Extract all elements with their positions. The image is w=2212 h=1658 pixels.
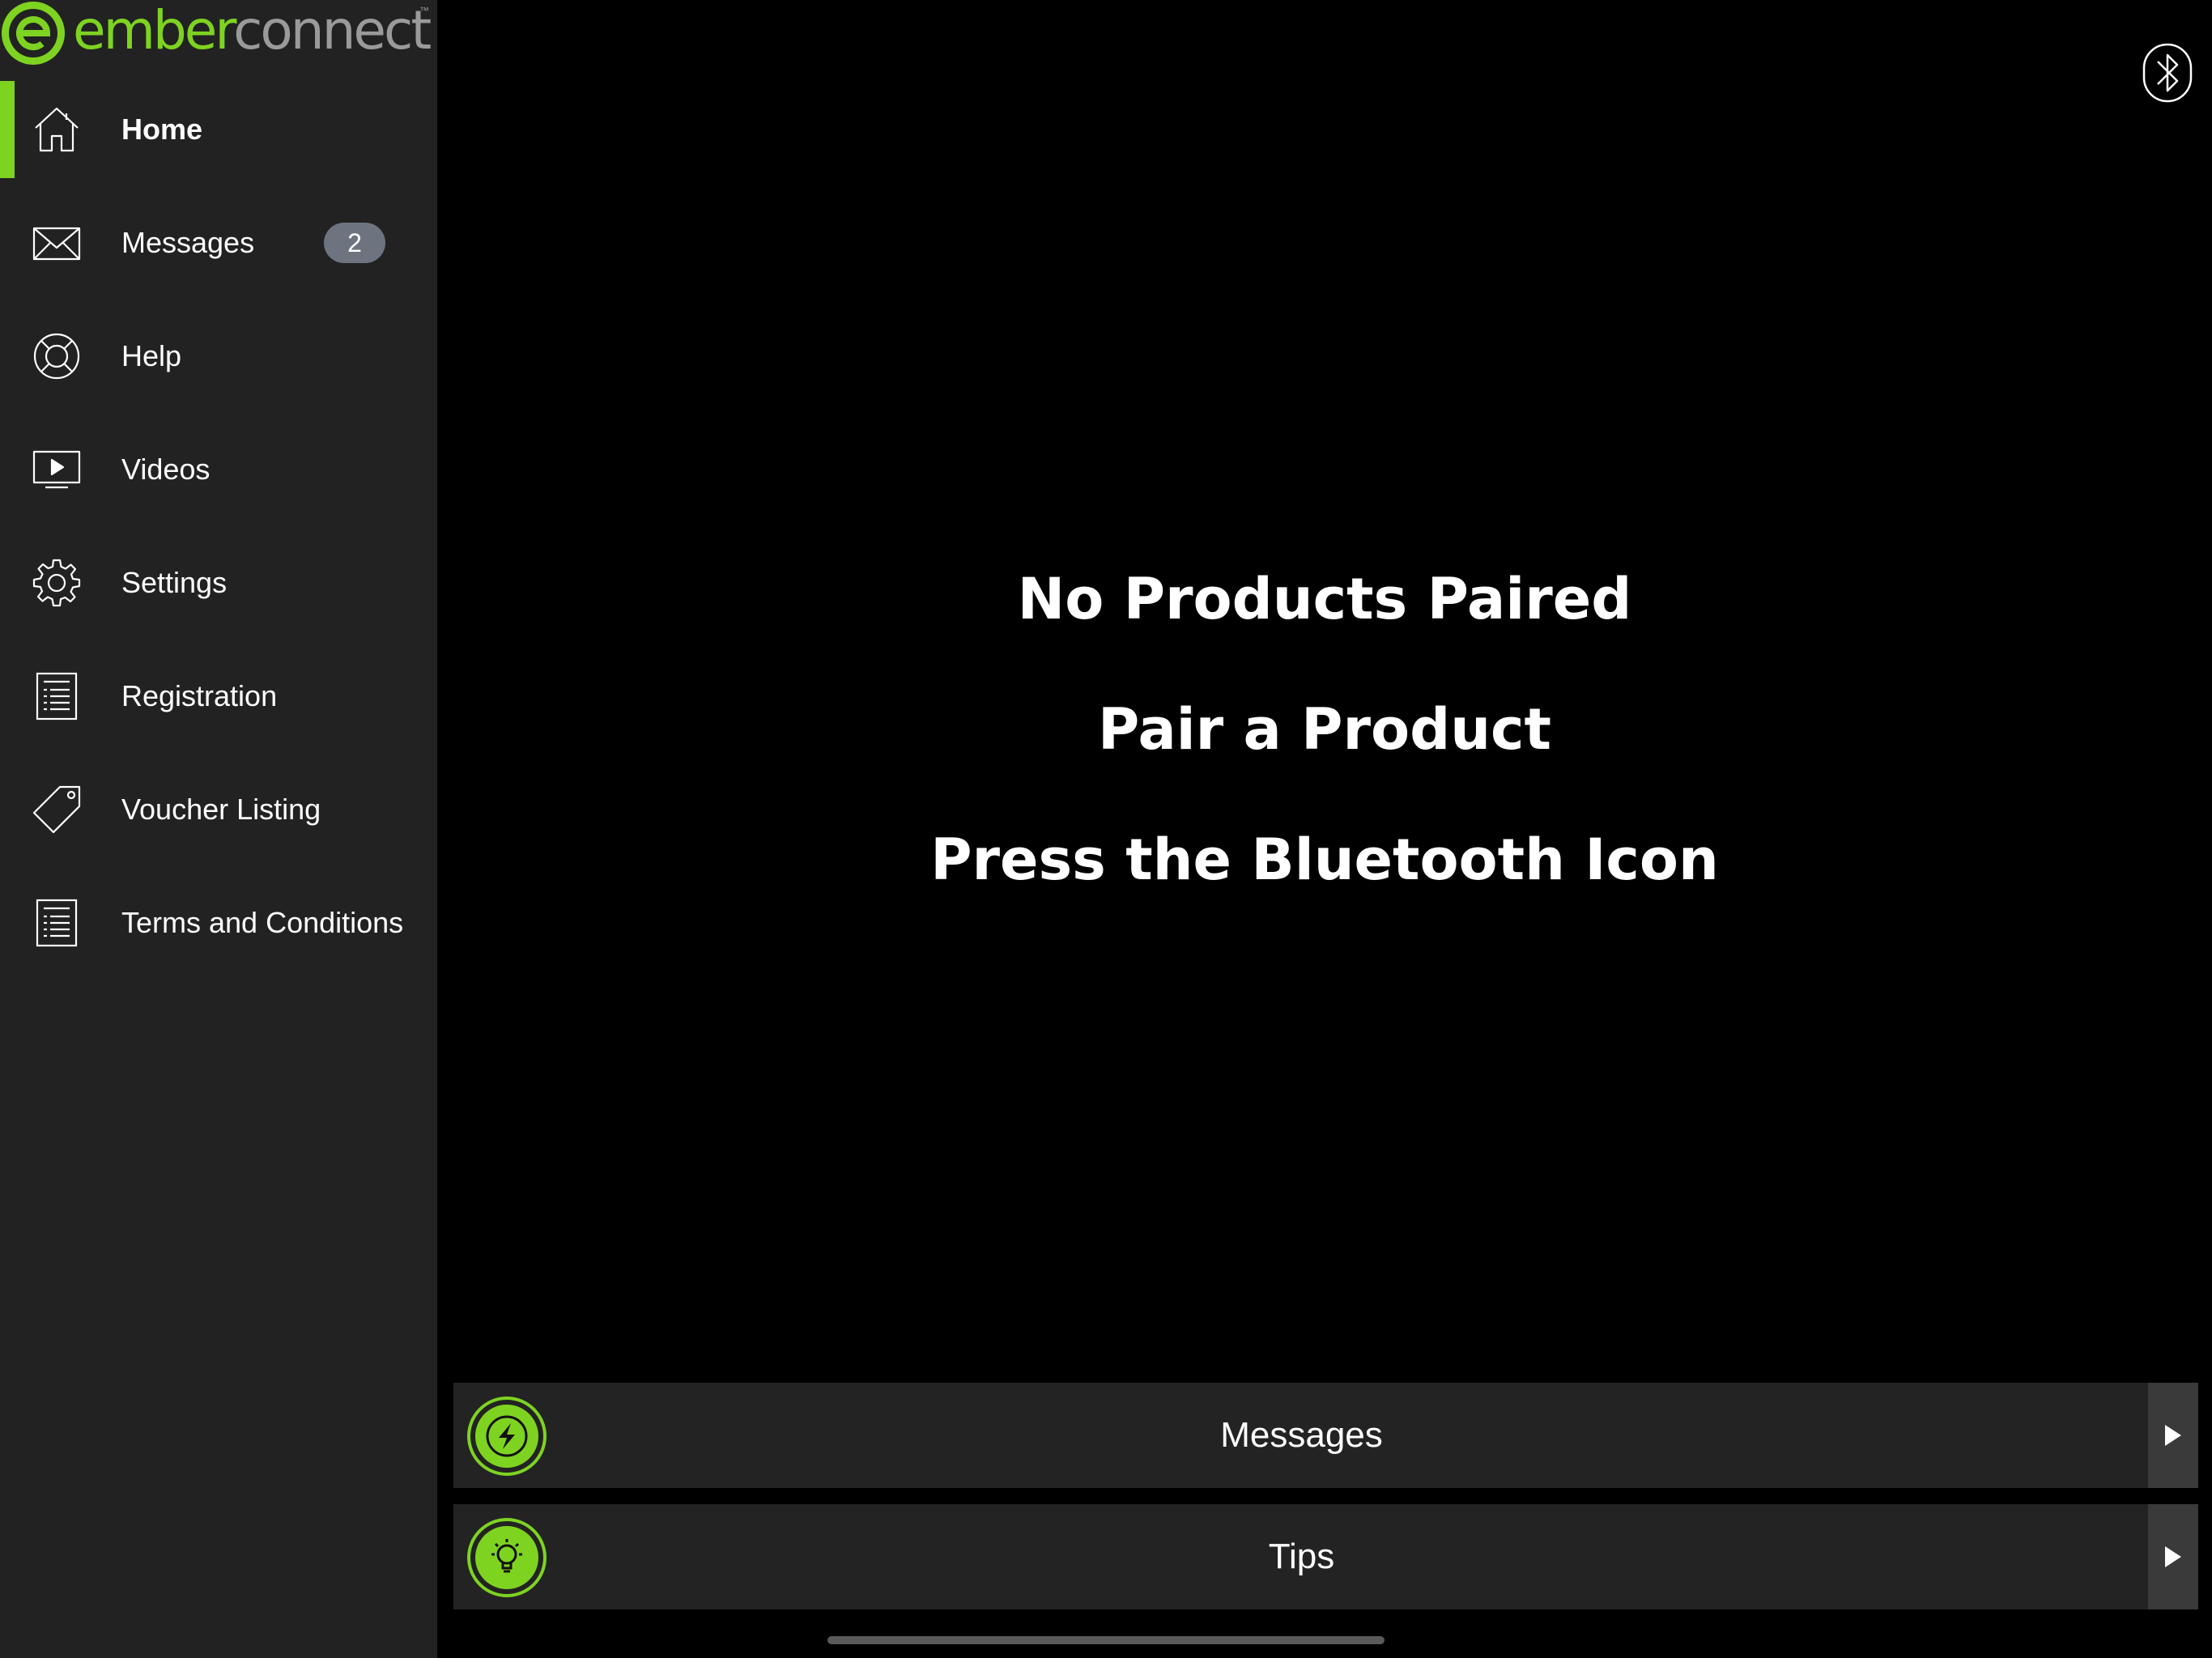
home-icon <box>31 104 83 155</box>
sidebar-item-terms-and-conditions[interactable]: Terms and Conditions <box>0 874 437 971</box>
sidebar-item-label: Videos <box>121 453 211 486</box>
sidebar-item-label: Registration <box>121 679 278 712</box>
bluetooth-button[interactable] <box>2142 42 2193 104</box>
home-indicator[interactable] <box>827 1636 1385 1644</box>
lifebuoy-icon <box>31 330 83 382</box>
tips-card[interactable]: Tips <box>453 1504 2198 1609</box>
sidebar-item-label: Home <box>121 113 203 146</box>
document-list-icon <box>31 897 83 949</box>
pair-product-heading: Pair a Product <box>1098 696 1551 763</box>
card-label: Messages <box>1220 1415 1383 1455</box>
sidebar-item-settings[interactable]: Settings <box>0 534 437 631</box>
bluetooth-instruction-heading: Press the Bluetooth Icon <box>930 827 1719 893</box>
sidebar-item-label: Voucher Listing <box>121 793 321 826</box>
sidebar-item-label: Help <box>121 339 182 372</box>
messages-card[interactable]: Messages <box>453 1383 2198 1488</box>
logo-wordmark: emberconnect <box>73 0 432 62</box>
chevron-right-icon <box>2148 1504 2198 1609</box>
sidebar-item-home[interactable]: Home <box>0 81 437 178</box>
gear-icon <box>31 557 83 609</box>
sidebar-item-registration[interactable]: Registration <box>0 648 437 745</box>
unread-count-badge: 2 <box>324 223 385 263</box>
sidebar-item-voucher-listing[interactable]: Voucher Listing <box>0 761 437 858</box>
sidebar-item-messages[interactable]: Messages 2 <box>0 194 437 291</box>
video-play-icon <box>31 444 83 495</box>
sidebar-item-label: Terms and Conditions <box>121 906 404 939</box>
bluetooth-icon <box>2142 43 2193 103</box>
sidebar: emberconnect ™ Home Messages 2 Help Vide… <box>0 0 437 1658</box>
chevron-right-icon <box>2148 1383 2198 1488</box>
active-indicator <box>0 81 15 178</box>
ember-logo-icon <box>2 2 65 65</box>
app-logo: emberconnect ™ <box>0 0 437 71</box>
document-list-icon <box>31 670 83 722</box>
main-content: No Products Paired Pair a Product Press … <box>437 0 2212 1658</box>
card-label: Tips <box>1268 1537 1335 1576</box>
no-products-heading: No Products Paired <box>1017 566 1632 632</box>
sidebar-item-label: Messages <box>121 226 255 259</box>
envelope-icon <box>31 217 83 269</box>
trademark: ™ <box>419 5 429 16</box>
tag-icon <box>31 784 83 835</box>
sidebar-item-videos[interactable]: Videos <box>0 421 437 518</box>
sidebar-item-help[interactable]: Help <box>0 308 437 405</box>
sidebar-item-label: Settings <box>121 566 228 599</box>
